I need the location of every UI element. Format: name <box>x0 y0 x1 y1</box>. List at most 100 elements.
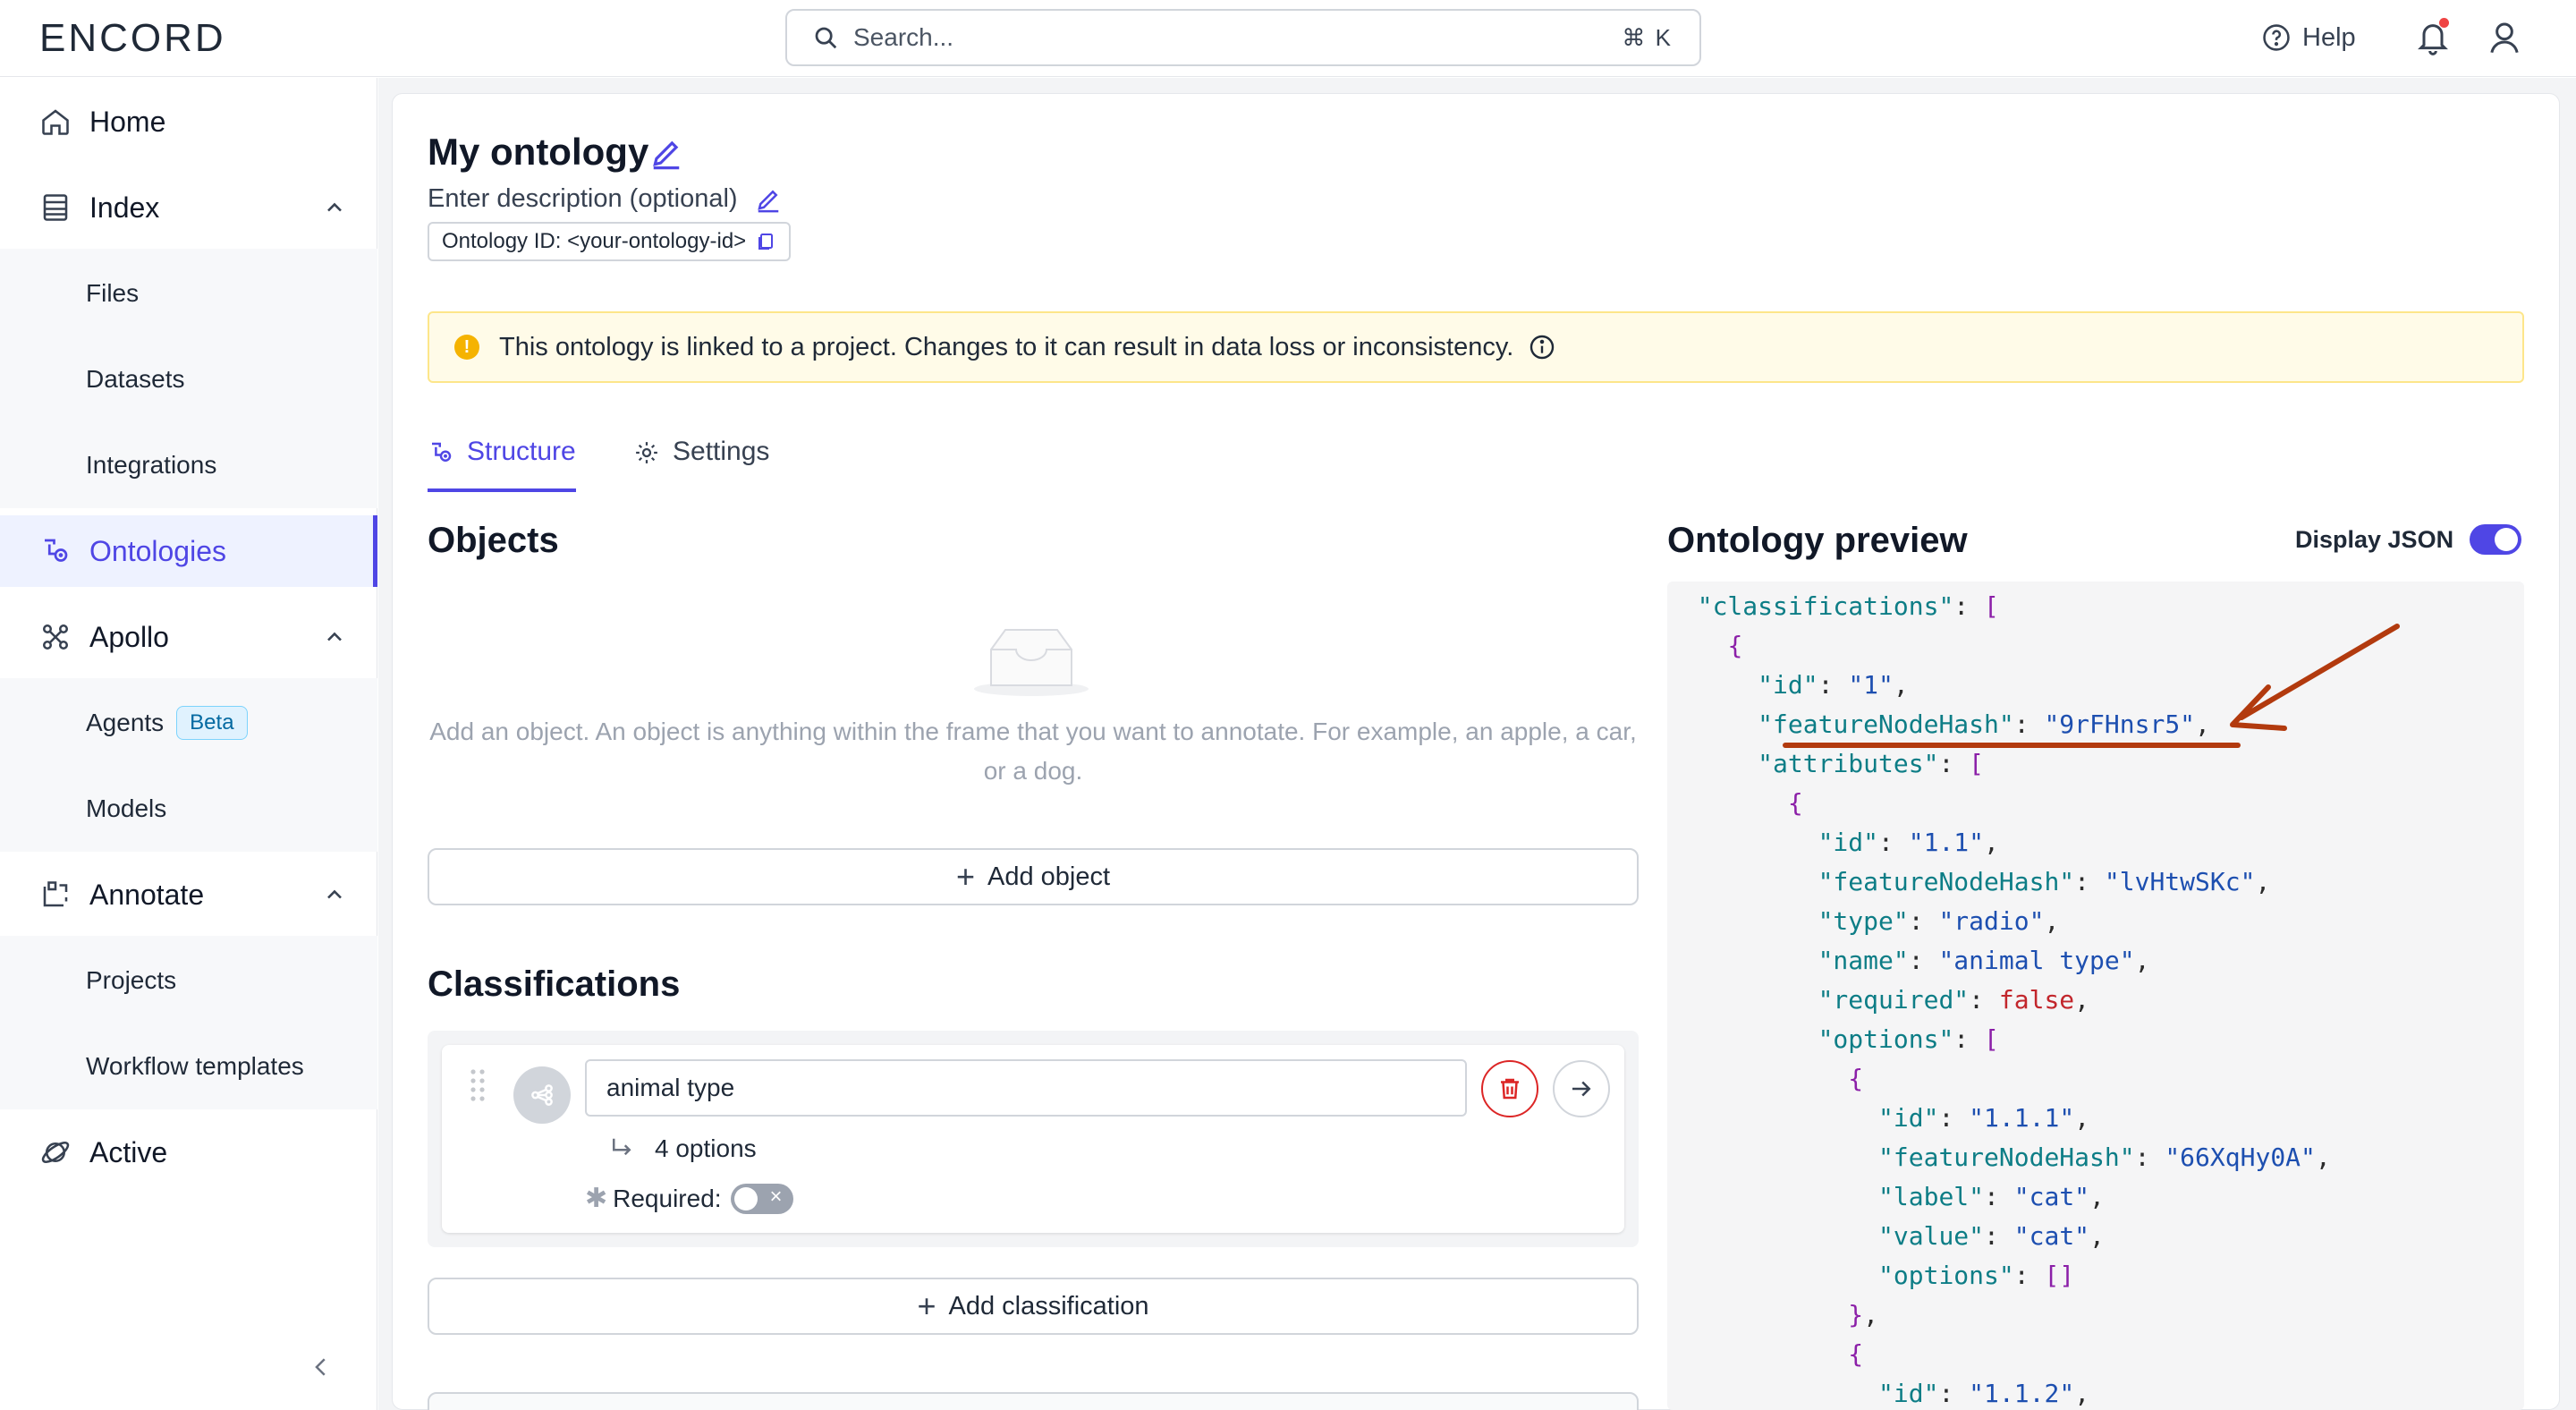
sidebar-label-apollo: Apollo <box>89 620 169 653</box>
help-icon <box>2263 24 2290 51</box>
sidebar-item-files[interactable]: Files <box>0 251 377 336</box>
user-icon <box>2490 22 2519 54</box>
structure-icon <box>432 442 452 462</box>
json-token: , <box>2074 1379 2090 1408</box>
json-token: "type" <box>1818 906 1909 936</box>
json-token: "featureNodeHash" <box>1818 867 2075 896</box>
search-placeholder: Search... <box>853 23 954 51</box>
subdirectory-arrow-icon <box>613 1138 631 1156</box>
sidebar-item-workflow-templates[interactable]: Workflow templates <box>0 1024 377 1109</box>
json-token: : <box>1818 670 1849 700</box>
json-token: "1.1" <box>1908 828 1985 857</box>
drag-handle-icon[interactable] <box>469 1066 487 1106</box>
json-line: "name": "animal type", <box>1667 941 2331 981</box>
required-toggle[interactable]: × <box>730 1183 793 1214</box>
json-token: "value" <box>1878 1221 1985 1251</box>
options-count: 4 options <box>655 1134 757 1162</box>
sidebar-item-index[interactable]: Index <box>0 172 377 243</box>
objects-empty-text: Add an object. An object is anything wit… <box>429 718 1637 785</box>
tab-structure[interactable]: Structure <box>428 428 576 492</box>
search-shortcut: ⌘ K <box>1622 23 1673 51</box>
add-classification-button[interactable]: + Add classification <box>428 1278 1639 1335</box>
sidebar-item-integrations[interactable]: Integrations <box>0 422 377 508</box>
json-token: , <box>2134 946 2150 975</box>
sidebar-item-active[interactable]: Active <box>0 1117 377 1188</box>
toggle-knob <box>2495 528 2519 551</box>
encord-logo[interactable]: ENCORD <box>39 16 226 61</box>
json-line: "options": [] <box>1667 1256 2331 1295</box>
json-token: : <box>1938 749 1970 778</box>
delete-classification-button[interactable] <box>1481 1060 1538 1117</box>
json-token: "label" <box>1878 1182 1985 1211</box>
chevron-up-icon[interactable] <box>322 195 347 220</box>
json-token: , <box>2089 1182 2105 1211</box>
sidebar-item-annotate[interactable]: Annotate <box>0 859 377 930</box>
toggle-knob <box>733 1186 758 1210</box>
close-icon: × <box>769 1184 783 1209</box>
plus-icon: + <box>955 858 975 895</box>
ontology-description[interactable]: Enter description (optional) <box>428 184 738 214</box>
help-label: Help <box>2302 22 2356 52</box>
add-object-button[interactable]: + Add object <box>428 848 1639 905</box>
user-menu-button[interactable] <box>2487 18 2522 57</box>
sidebar-item-models[interactable]: Models <box>0 766 377 852</box>
apollo-icon <box>42 624 69 650</box>
display-json-control: Display JSON <box>2295 524 2522 555</box>
collapse-sidebar-icon[interactable] <box>308 1349 335 1385</box>
sidebar-item-ontologies[interactable]: Ontologies <box>0 515 377 587</box>
help-button[interactable]: Help <box>2261 18 2356 57</box>
sidebar-item-home[interactable]: Home <box>0 86 377 157</box>
json-line: "type": "radio", <box>1667 902 2331 941</box>
ontology-id-chip[interactable]: Ontology ID: <your-ontology-id> <box>428 222 792 261</box>
json-token: "lvHtwSKc" <box>2104 867 2256 896</box>
json-token: : <box>2013 1261 2045 1290</box>
arrow-right-icon <box>1572 1081 1591 1097</box>
sidebar-label-agents: Agents <box>86 709 165 736</box>
json-token: : <box>2013 709 2045 739</box>
json-line: "id": "1.1.2", <box>1667 1374 2331 1410</box>
sidebar-label-models: Models <box>86 794 167 822</box>
json-token: "featureNodeHash" <box>1758 709 2014 739</box>
chevron-up-icon[interactable] <box>322 882 347 907</box>
tab-settings[interactable]: Settings <box>633 428 769 492</box>
json-line: "attributes": [ <box>1667 744 2331 784</box>
copy-icon[interactable] <box>755 231 776 252</box>
classifications-heading: Classifications <box>428 964 681 1004</box>
sidebar-item-agents[interactable]: Agents Beta <box>0 680 377 766</box>
json-token: "classifications" <box>1697 591 1954 621</box>
json-line: "classifications": [ <box>1667 587 2331 626</box>
classification-options[interactable]: 4 options <box>608 1134 757 1163</box>
search-bar[interactable]: Search... ⌘ K <box>785 9 1701 66</box>
sidebar-item-apollo[interactable]: Apollo <box>0 601 377 673</box>
notifications-button[interactable] <box>2415 18 2451 57</box>
objects-heading: Objects <box>428 521 559 560</box>
json-token: "required" <box>1818 985 1970 1015</box>
page-title: My ontology <box>428 131 649 173</box>
json-token: : <box>2074 867 2105 896</box>
json-token: "options" <box>1818 1024 1954 1054</box>
json-line: "value": "cat", <box>1667 1217 2331 1256</box>
edit-description-icon[interactable] <box>755 186 782 213</box>
sidebar-item-projects[interactable]: Projects <box>0 938 377 1024</box>
display-json-toggle[interactable] <box>2470 524 2522 555</box>
json-token: , <box>2074 985 2090 1015</box>
edit-title-icon[interactable] <box>649 136 683 170</box>
json-token: "cat" <box>2013 1221 2090 1251</box>
json-line: "options": [ <box>1667 1020 2331 1059</box>
json-line: "required": false, <box>1667 981 2331 1020</box>
info-icon[interactable] <box>1528 333 1556 361</box>
ontology-icon <box>45 539 68 562</box>
json-line: { <box>1667 1059 2331 1099</box>
chevron-up-icon[interactable] <box>322 624 347 650</box>
sidebar-item-datasets[interactable]: Datasets <box>0 336 377 422</box>
classification-name-input[interactable] <box>585 1059 1467 1117</box>
open-classification-button[interactable] <box>1553 1060 1610 1117</box>
json-token: "cat" <box>2013 1182 2090 1211</box>
